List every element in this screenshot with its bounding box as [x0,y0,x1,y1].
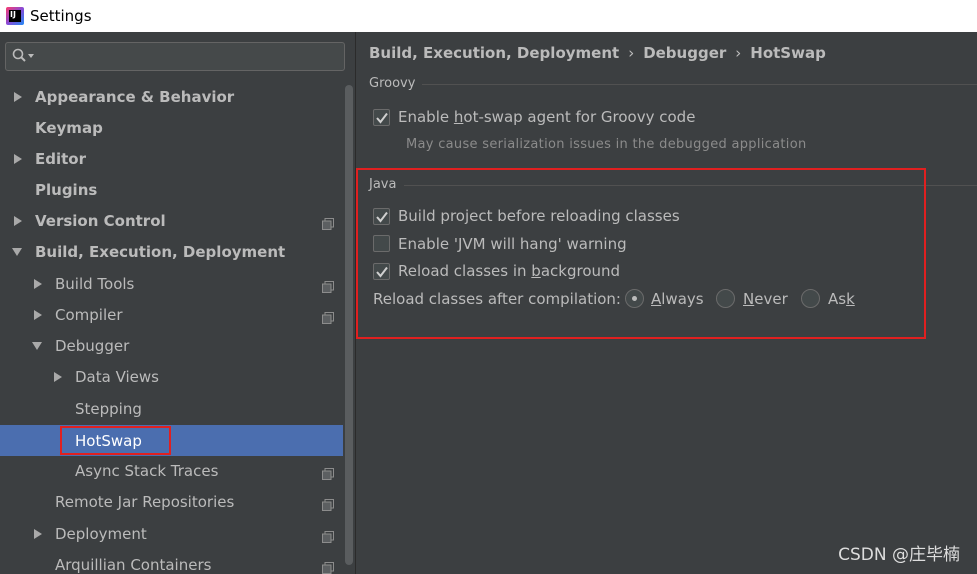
breadcrumb-item[interactable]: Debugger [643,44,726,62]
settings-content: Build, Execution, Deployment › Debugger › Ho… [356,32,977,574]
tree-item-label: Stepping [75,399,142,418]
project-settings-icon [322,528,334,543]
search-box[interactable] [5,42,345,71]
search-icon[interactable] [12,48,34,62]
tree-item-label: Data Views [75,367,159,386]
project-settings-icon [322,465,334,480]
window-title: Settings [30,7,92,25]
search-input[interactable] [42,45,337,68]
project-settings-icon [322,215,334,230]
chevron-right-icon[interactable] [13,91,23,102]
project-settings-icon [322,559,334,574]
tree-item-data-views[interactable]: Data Views [0,361,343,392]
tree-item-build-tools[interactable]: Build Tools [0,268,343,299]
groovy-hint-text: May cause serialization issues in the de… [406,137,807,152]
tree-item-version-control[interactable]: Version Control [0,205,343,236]
tree-item-label: Remote Jar Repositories [55,492,235,511]
groovy-section-title: Groovy [369,76,416,91]
breadcrumb-separator: › [735,44,742,62]
groovy-hotswap-label[interactable]: Enable hot-swap agent for Groovy code [398,108,695,126]
tree-item-plugins[interactable]: Plugins [0,174,343,205]
watermark-text: CSDN @庄毕楠 [838,545,960,565]
tree-item-label: Plugins [35,180,98,199]
breadcrumb-separator: › [628,44,635,62]
title-bar: IJ Settings [0,0,977,32]
chevron-right-icon[interactable] [33,309,43,320]
highlight-box [356,168,926,339]
project-settings-icon [322,309,334,324]
project-settings-icon [322,496,334,511]
tree-item-label: Version Control [35,211,166,230]
chevron-right-icon[interactable] [53,371,63,382]
tree-item-deployment[interactable]: Deployment [0,518,343,549]
tree-item-async-stack-traces[interactable]: Async Stack Traces [0,455,343,486]
tree-item-compiler[interactable]: Compiler [0,299,343,330]
groovy-hotswap-checkbox[interactable] [373,109,390,126]
tree-item-label: Editor [35,149,86,168]
chevron-down-icon[interactable] [32,341,42,351]
highlight-box [60,426,171,455]
breadcrumb-item[interactable]: Build, Execution, Deployment [369,44,619,62]
tree-item-label: Build, Execution, Deployment [35,242,286,261]
tree-item-label: Async Stack Traces [75,461,219,480]
chevron-right-icon[interactable] [33,528,43,539]
tree-item-arquillian-containers[interactable]: Arquillian Containers [0,549,343,574]
tree-item-appearance-behavior[interactable]: Appearance & Behavior [0,81,343,112]
tree-item-label: Debugger [55,336,130,355]
tree-item-label: Appearance & Behavior [35,87,235,106]
breadcrumb: Build, Execution, Deployment › Debugger › Ho… [369,44,826,62]
sidebar-scrollbar[interactable] [343,81,355,574]
chevron-right-icon[interactable] [33,278,43,289]
tree-item-hotswap[interactable]: HotSwap [0,425,355,456]
intellij-logo-icon: IJ [6,7,24,25]
chevron-right-icon[interactable] [13,215,23,226]
chevron-right-icon[interactable] [13,153,23,164]
tree-item-editor[interactable]: Editor [0,143,343,174]
tree-item-label: Compiler [55,305,123,324]
scrollbar-thumb[interactable] [345,85,353,565]
tree-item-keymap[interactable]: Keymap [0,112,343,143]
section-divider [422,84,977,85]
tree-item-debugger[interactable]: Debugger [0,330,343,361]
tree-item-label: Arquillian Containers [55,555,212,574]
tree-item-remote-jar-repositories[interactable]: Remote Jar Repositories [0,486,343,517]
tree-item-build-execution-deployment[interactable]: Build, Execution, Deployment [0,236,343,267]
settings-sidebar: Appearance & Behavior Keymap Editor Plug… [0,32,355,574]
tree-item-label: Keymap [35,118,103,137]
tree-item-label: Build Tools [55,274,135,293]
tree-item-stepping[interactable]: Stepping [0,393,343,424]
chevron-down-icon[interactable] [12,247,22,257]
project-settings-icon [322,278,334,293]
tree-item-label: Deployment [55,524,147,543]
breadcrumb-item: HotSwap [750,44,826,62]
